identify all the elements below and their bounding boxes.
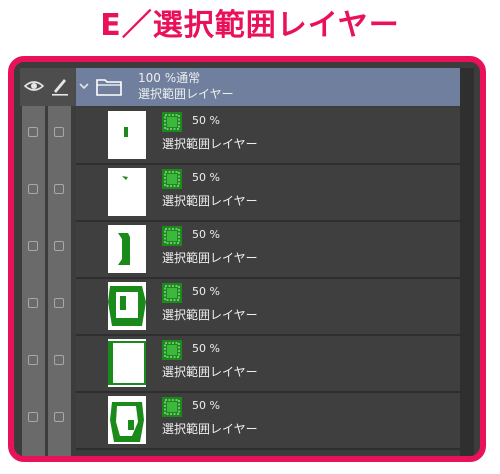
chevron-down-icon[interactable] [78, 80, 90, 92]
layer-thumbnail [108, 225, 146, 273]
eye-icon[interactable] [24, 78, 44, 94]
header-visibility-cell [20, 68, 74, 106]
layer-thumbnail [108, 282, 146, 330]
folder-label: 100 %通常 選択範囲レイヤー [138, 70, 234, 102]
visibility-checkbox[interactable] [28, 412, 38, 422]
layer-opacity: 50 % [192, 114, 220, 127]
layer-name: 選択範囲レイヤー [162, 137, 258, 151]
layer-thumbnail [108, 111, 146, 159]
layer-row[interactable]: 50 % 選択範囲レイヤー [76, 336, 460, 393]
edit-column [48, 106, 71, 456]
layer-thumbnail [108, 168, 146, 216]
layer-name: 選択範囲レイヤー [162, 194, 258, 208]
visibility-checkbox[interactable] [28, 241, 38, 251]
layer-opacity: 50 % [192, 342, 220, 355]
selection-mask-icon [162, 283, 182, 303]
layer-opacity: 50 % [192, 228, 220, 241]
layer-row[interactable]: 50 % 選択範囲レイヤー [76, 108, 460, 165]
visibility-checkbox[interactable] [28, 355, 38, 365]
folder-blend-mode: 100 %通常 [138, 71, 201, 85]
selection-mask-icon [162, 397, 182, 417]
layer-name: 選択範囲レイヤー [162, 422, 258, 436]
layer-row[interactable]: 50 % 選択範囲レイヤー [76, 279, 460, 336]
scrollbar[interactable] [460, 68, 474, 456]
selection-mask-icon [162, 226, 182, 246]
folder-layer[interactable]: 100 %通常 選択範囲レイヤー [76, 68, 460, 106]
layer-thumbnail [108, 339, 146, 387]
pen-icon[interactable] [51, 76, 69, 96]
visibility-checkbox[interactable] [28, 298, 38, 308]
layer-opacity: 50 % [192, 171, 220, 184]
selection-mask-icon [162, 340, 182, 360]
edit-checkbox[interactable] [54, 241, 64, 251]
folder-row[interactable]: 100 %通常 選択範囲レイヤー [20, 68, 474, 106]
layer-thumbnail [108, 396, 146, 444]
folder-icon [96, 79, 122, 96]
selection-mask-icon [162, 112, 182, 132]
edit-checkbox[interactable] [54, 412, 64, 422]
selection-mask-icon [162, 169, 182, 189]
layer-panel: 100 %通常 選択範囲レイヤー 50 % 選択範囲レイヤー 50 % 選択範囲… [20, 68, 474, 456]
layer-name: 選択範囲レイヤー [162, 308, 258, 322]
visibility-checkbox[interactable] [28, 184, 38, 194]
layer-row[interactable]: 50 % 選択範囲レイヤー [76, 222, 460, 279]
visibility-checkbox[interactable] [28, 127, 38, 137]
edit-checkbox[interactable] [54, 184, 64, 194]
layer-panel-frame: 100 %通常 選択範囲レイヤー 50 % 選択範囲レイヤー 50 % 選択範囲… [8, 56, 486, 462]
layer-opacity: 50 % [192, 285, 220, 298]
visibility-column [22, 106, 45, 456]
layer-row[interactable]: 50 % 選択範囲レイヤー [76, 393, 460, 450]
layer-opacity: 50 % [192, 399, 220, 412]
folder-name: 選択範囲レイヤー [138, 87, 234, 101]
layer-row[interactable]: 50 % 選択範囲レイヤー [76, 165, 460, 222]
layer-name: 選択範囲レイヤー [162, 251, 258, 265]
page-title: E／選択範囲レイヤー [100, 8, 400, 43]
edit-checkbox[interactable] [54, 127, 64, 137]
layer-name: 選択範囲レイヤー [162, 365, 258, 379]
edit-checkbox[interactable] [54, 355, 64, 365]
edit-checkbox[interactable] [54, 298, 64, 308]
